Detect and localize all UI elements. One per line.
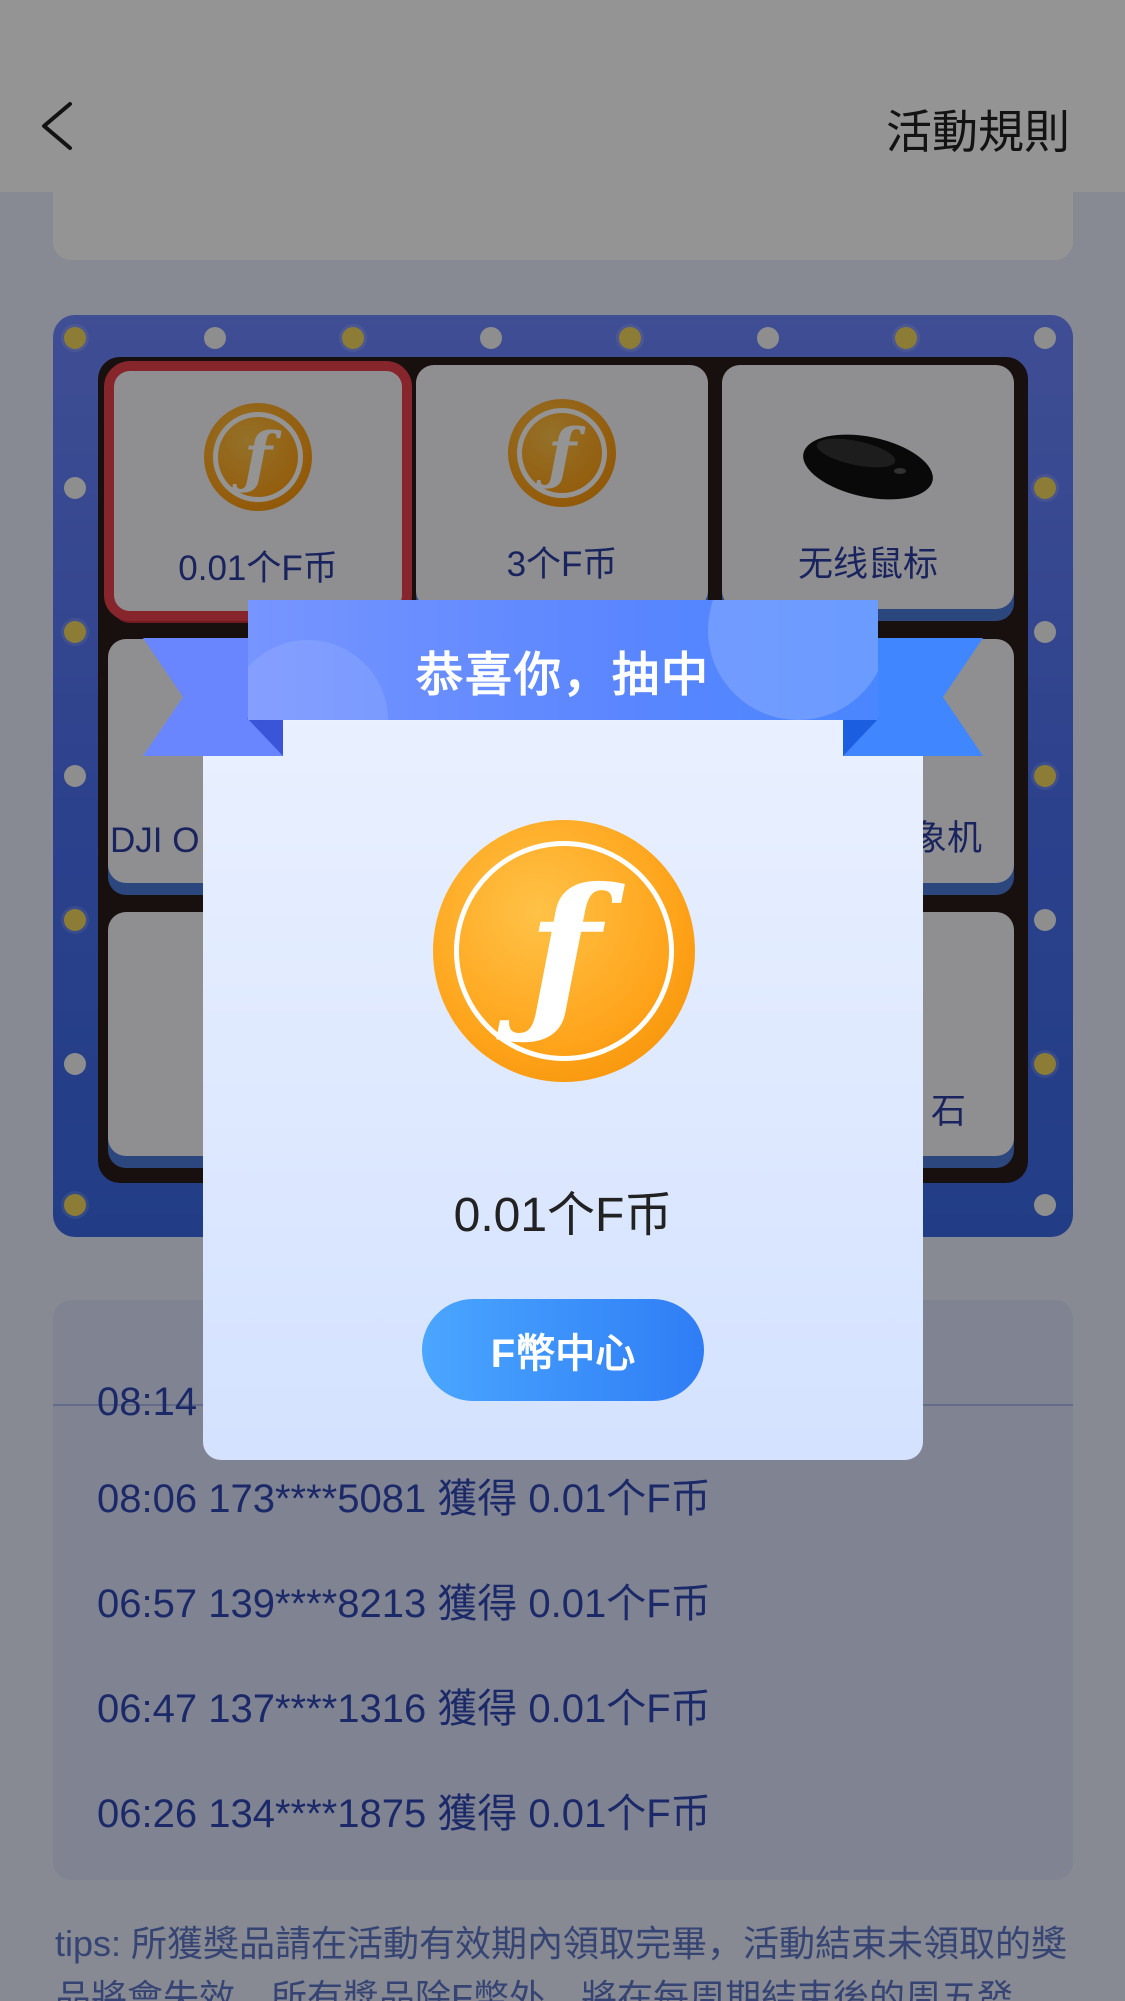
modal-ribbon: 恭喜你，抽中 (248, 600, 878, 720)
coin-symbol: ƒ (527, 851, 601, 1051)
prize-name: 0.01个F币 (453, 1189, 673, 1242)
coin-icon: ƒ (433, 820, 695, 1082)
f-coin-center-button[interactable]: F幣中心 (422, 1299, 704, 1401)
prize-modal: 恭喜你，抽中 ƒ 0.01个F币 F幣中心 (0, 0, 1125, 2001)
screen: 活動規則 . , , , , , , (0, 0, 1125, 2001)
modal-title: 恭喜你，抽中 (416, 648, 710, 701)
